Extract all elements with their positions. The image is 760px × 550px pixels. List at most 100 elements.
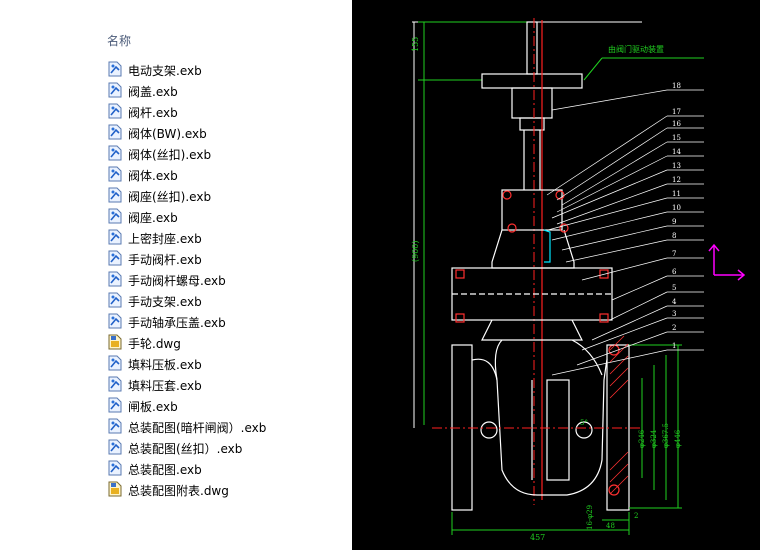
exb-file-icon (108, 124, 128, 143)
exb-file-icon (108, 271, 128, 290)
file-item[interactable]: 总装配图.exb (108, 459, 266, 480)
column-header-name[interactable]: 名称 (107, 32, 131, 49)
file-name: 阀座(丝扣).exb (128, 190, 212, 204)
dim-angle: 5° (580, 419, 588, 427)
part-number-label: 7 (672, 250, 676, 258)
file-name: 阀体(BW).exb (128, 127, 207, 141)
file-name: 阀体.exb (128, 169, 178, 183)
part-number-label: 13 (672, 162, 681, 170)
bolts (455, 190, 620, 496)
file-item[interactable]: 阀盖.exb (108, 81, 266, 102)
file-name: 电动支架.exb (128, 64, 202, 78)
part-number-label: 8 (672, 232, 676, 240)
exb-file-icon (108, 439, 128, 458)
part-leaders: 18 17 16 15 14 13 12 11 10 9 8 7 6 5 4 3 2 1 (546, 82, 704, 376)
part-number-label: 9 (672, 218, 676, 226)
dim-dia-2: φ324 (650, 429, 658, 448)
file-item[interactable]: 阀体(丝扣).exb (108, 144, 266, 165)
exb-file-icon (108, 61, 128, 80)
file-item[interactable]: 填料压板.exb (108, 354, 266, 375)
cad-preview-pane: 155 (900) φ246 φ324 φ367.5 φ446 457 48 2… (352, 0, 760, 550)
bottom-dimensions (451, 512, 630, 535)
file-item[interactable]: 阀体(BW).exb (108, 123, 266, 144)
file-item[interactable]: 闸板.exb (108, 396, 266, 417)
file-item[interactable]: 总装配图(暗杆闸阀）.exb (108, 417, 266, 438)
file-item[interactable]: 阀体.exb (108, 165, 266, 186)
part-number-label: 16 (672, 120, 681, 128)
part-number-label: 15 (672, 134, 681, 142)
file-name: 手动阀杆螺母.exb (128, 274, 226, 288)
file-name: 手动阀杆.exb (128, 253, 202, 267)
file-list: 电动支架.exb 阀盖.exb 阀杆.exb 阀体(BW).exb 阀体(丝扣).exb… (108, 60, 266, 501)
part-number-label: 6 (672, 268, 677, 276)
file-name: 阀座.exb (128, 211, 178, 225)
packing-detail (543, 229, 551, 263)
dim-dia-1: φ246 (638, 429, 646, 448)
file-item[interactable]: 手动轴承压盖.exb (108, 312, 266, 333)
exb-file-icon (108, 208, 128, 227)
part-number-label: 18 (672, 82, 681, 90)
file-item[interactable]: 上密封座.exb (108, 228, 266, 249)
exb-file-icon (108, 166, 128, 185)
valve-body (451, 339, 630, 511)
file-item[interactable]: 手动阀杆螺母.exb (108, 270, 266, 291)
dim-total-height: (900) (411, 240, 420, 262)
file-name: 手轮.dwg (128, 337, 181, 351)
exb-file-icon (108, 376, 128, 395)
file-name: 手动支架.exb (128, 295, 202, 309)
part-number-label: 4 (672, 298, 677, 306)
dwg-file-icon (108, 334, 128, 353)
dim-width: 457 (530, 533, 545, 542)
file-list-pane: 名称 电动支架.exb 阀盖.exb 阀杆.exb 阀体(BW).exb 阀体(丝扣).… (0, 0, 352, 550)
exb-file-icon (108, 187, 128, 206)
diameter-dimensions (629, 344, 682, 509)
dim-flange-offset: 48 (606, 522, 615, 530)
exb-file-icon (108, 250, 128, 269)
file-name: 总装配图附表.dwg (128, 484, 229, 498)
file-item[interactable]: 阀座.exb (108, 207, 266, 228)
part-number-label: 12 (672, 176, 681, 184)
exb-file-icon (108, 103, 128, 122)
file-name: 阀杆.exb (128, 106, 178, 120)
cad-drawing: 155 (900) φ246 φ324 φ367.5 φ446 457 48 2… (411, 18, 746, 542)
valve-top-plate (481, 21, 583, 190)
exb-file-icon (108, 82, 128, 101)
part-number-label: 1 (672, 342, 676, 350)
note-leader (583, 57, 603, 81)
file-item[interactable]: 填料压套.exb (108, 375, 266, 396)
file-name: 填料压板.exb (128, 358, 202, 372)
exb-file-icon (108, 418, 128, 437)
part-number-label: 2 (672, 324, 676, 332)
file-item[interactable]: 阀座(丝扣).exb (108, 186, 266, 207)
dim-top-height: 155 (411, 37, 420, 52)
exb-file-icon (108, 229, 128, 248)
file-name: 上密封座.exb (128, 232, 202, 246)
file-name: 闸板.exb (128, 400, 178, 414)
part-number-label: 5 (672, 284, 676, 292)
part-number-label: 10 (672, 204, 681, 212)
file-name: 阀体(丝扣).exb (128, 148, 212, 162)
file-name: 总装配图.exb (128, 463, 202, 477)
dim-dia-3: φ367.5 (662, 423, 670, 448)
file-item[interactable]: 电动支架.exb (108, 60, 266, 81)
file-item[interactable]: 手轮.dwg (108, 333, 266, 354)
file-item[interactable]: 总装配图附表.dwg (108, 480, 266, 501)
vertical-dimensions (418, 21, 532, 425)
flange-section-hatch (609, 335, 629, 495)
file-item[interactable]: 手动阀杆.exb (108, 249, 266, 270)
annotation-note: 由阀门驱动装置 (608, 44, 664, 54)
file-item[interactable]: 手动支架.exb (108, 291, 266, 312)
file-item[interactable]: 总装配图(丝扣）.exb (108, 438, 266, 459)
exb-file-icon (108, 145, 128, 164)
file-name: 手动轴承压盖.exb (128, 316, 226, 330)
exb-file-icon (108, 460, 128, 479)
file-item[interactable]: 阀杆.exb (108, 102, 266, 123)
part-number-label: 11 (672, 190, 681, 198)
exb-file-icon (108, 355, 128, 374)
file-name: 填料压套.exb (128, 379, 202, 393)
file-name: 总装配图(丝扣）.exb (128, 442, 243, 456)
part-number-label: 3 (672, 310, 676, 318)
ucs-axis-icon (708, 243, 746, 281)
file-name: 阀盖.exb (128, 85, 178, 99)
part-number-label: 14 (672, 148, 681, 156)
